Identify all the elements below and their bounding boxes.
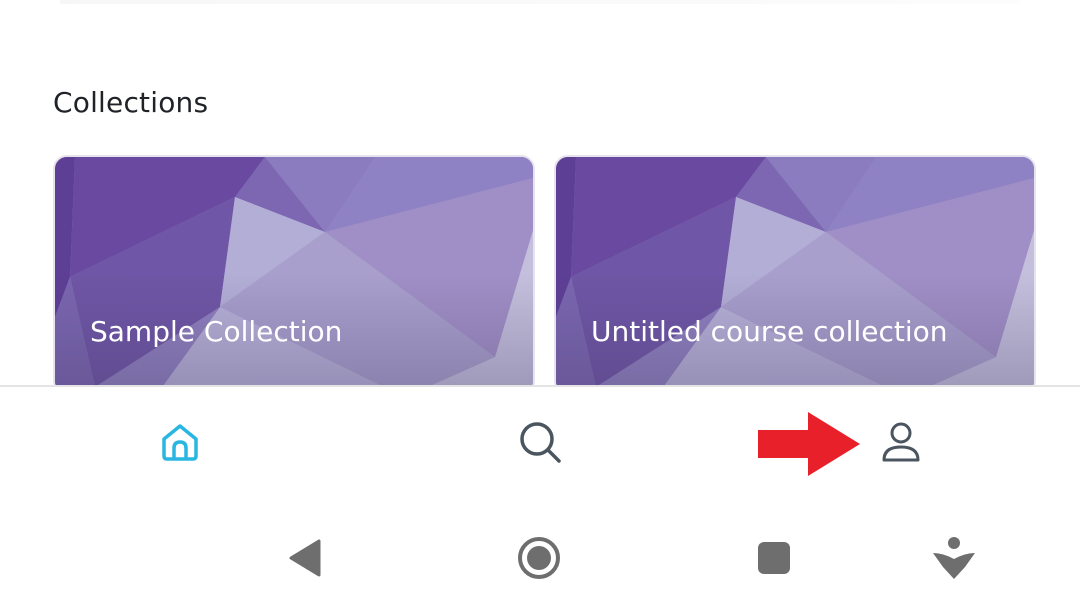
search-icon xyxy=(520,422,561,463)
system-recents-button[interactable] xyxy=(751,535,797,581)
home-icon xyxy=(162,424,198,461)
person-icon xyxy=(882,422,920,462)
collection-title: Sample Collection xyxy=(90,315,343,348)
accessibility-icon xyxy=(933,537,975,579)
back-icon xyxy=(289,539,321,577)
nav-search-button[interactable] xyxy=(515,417,565,467)
scrolled-content-edge xyxy=(60,0,1020,4)
recents-icon xyxy=(758,542,790,574)
system-back-button[interactable] xyxy=(282,535,328,581)
collection-title: Untitled course collection xyxy=(591,315,948,348)
collection-card-untitled[interactable]: Untitled course collection xyxy=(554,155,1036,395)
red-arrow-right-icon xyxy=(758,412,860,476)
app-screen: Collections Sample Collection Untitled c… xyxy=(0,0,1080,610)
home-circle-icon xyxy=(518,537,560,579)
system-navigation-bar xyxy=(0,497,1080,610)
collection-card-sample[interactable]: Sample Collection xyxy=(53,155,535,395)
system-accessibility-button[interactable] xyxy=(931,535,977,581)
section-title: Collections xyxy=(53,86,209,119)
bottom-navigation-bar xyxy=(0,385,1080,497)
nav-home-button[interactable] xyxy=(155,417,205,467)
system-home-button[interactable] xyxy=(516,535,562,581)
nav-profile-button[interactable] xyxy=(876,417,926,467)
